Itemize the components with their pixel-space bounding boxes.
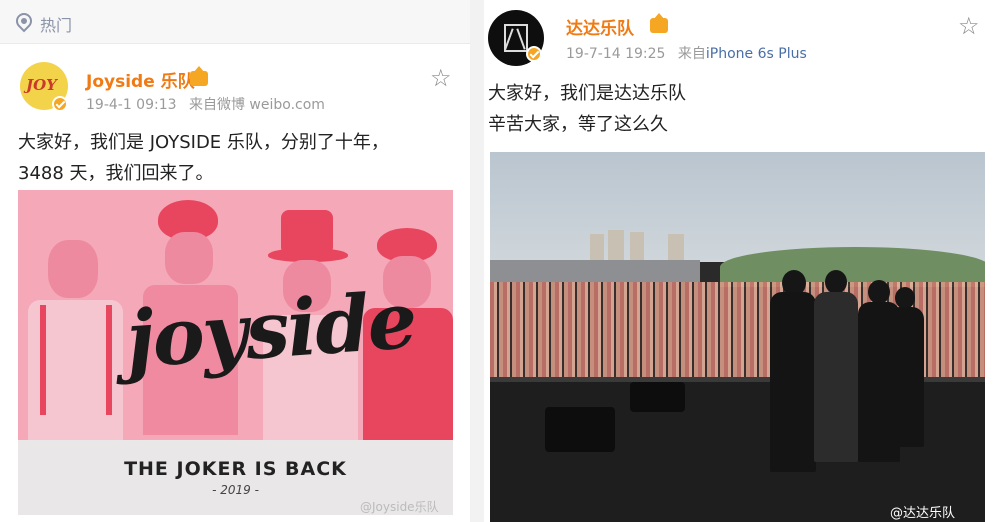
post-text-line: 辛苦大家，等了这么久	[488, 114, 668, 135]
image-year: - 2019 -	[212, 483, 259, 497]
post-text-line: 大家好，我们是达达乐队	[488, 83, 686, 104]
location-pin-icon	[12, 9, 36, 33]
crown-icon	[650, 13, 668, 33]
post-source: 来自	[677, 46, 706, 62]
post-meta: 19-4-1 09:13 来自微博 weibo.com	[86, 94, 325, 114]
photo-sky	[490, 152, 985, 262]
author-name[interactable]: Joyside 乐队	[86, 67, 195, 92]
photo-hill	[720, 247, 985, 287]
post-source: 来自微博 weibo.com	[188, 97, 325, 113]
star-outline-icon[interactable]: ☆	[430, 66, 452, 90]
photo-roof	[490, 260, 700, 282]
photo-person-head	[868, 280, 890, 304]
verified-badge-icon	[52, 96, 68, 112]
post-photo[interactable]: @达达乐队	[490, 152, 985, 522]
post-text-line: 大家好，我们是 JOYSIDE 乐队，分别了十年，	[18, 132, 389, 153]
photo-speaker	[630, 382, 685, 412]
post-text-line: 3488 天，我们回来了。	[18, 163, 214, 184]
verified-badge-icon	[526, 46, 542, 62]
post-text: 大家好，我们是 JOYSIDE 乐队，分别了十年， 3488 天，我们回来了。	[18, 127, 389, 189]
image-watermark: @Joyside乐队	[360, 500, 439, 514]
post-image[interactable]: joyside THE JOKER IS BACK - 2019 - @Joys…	[18, 190, 453, 515]
crown-icon	[190, 66, 208, 86]
photo-person-head	[895, 287, 915, 309]
photo-person	[888, 307, 924, 447]
star-outline-icon[interactable]: ☆	[958, 14, 980, 38]
avatar-logo-text: JOY	[26, 76, 57, 94]
photo-person-head	[825, 270, 847, 294]
photo-person	[770, 292, 816, 472]
photo-building	[608, 230, 624, 264]
photo-watermark: @达达乐队	[890, 506, 956, 521]
post-timestamp: 19-4-1 09:13	[86, 97, 177, 113]
post-timestamp: 19-7-14 19:25	[566, 46, 666, 62]
left-weibo-post: 热门 JOY Joyside 乐队 19-4-1 09:13 来自微博 weib…	[0, 0, 470, 522]
post-meta: 19-7-14 19:25 来自iPhone 6s Plus	[566, 43, 807, 63]
hot-section-header[interactable]: 热门	[0, 0, 470, 44]
photo-speaker	[545, 407, 615, 452]
right-weibo-post: 达达乐队 19-7-14 19:25 来自iPhone 6s Plus ☆ 大家…	[484, 0, 1000, 522]
panel-divider	[470, 0, 484, 522]
photo-person	[814, 292, 858, 462]
post-text: 大家好，我们是达达乐队 辛苦大家，等了这么久	[488, 78, 686, 140]
hot-label: 热门	[40, 16, 73, 35]
author-name[interactable]: 达达乐队	[566, 14, 634, 39]
post-device[interactable]: iPhone 6s Plus	[706, 46, 807, 62]
image-tagline: THE JOKER IS BACK	[124, 458, 347, 480]
